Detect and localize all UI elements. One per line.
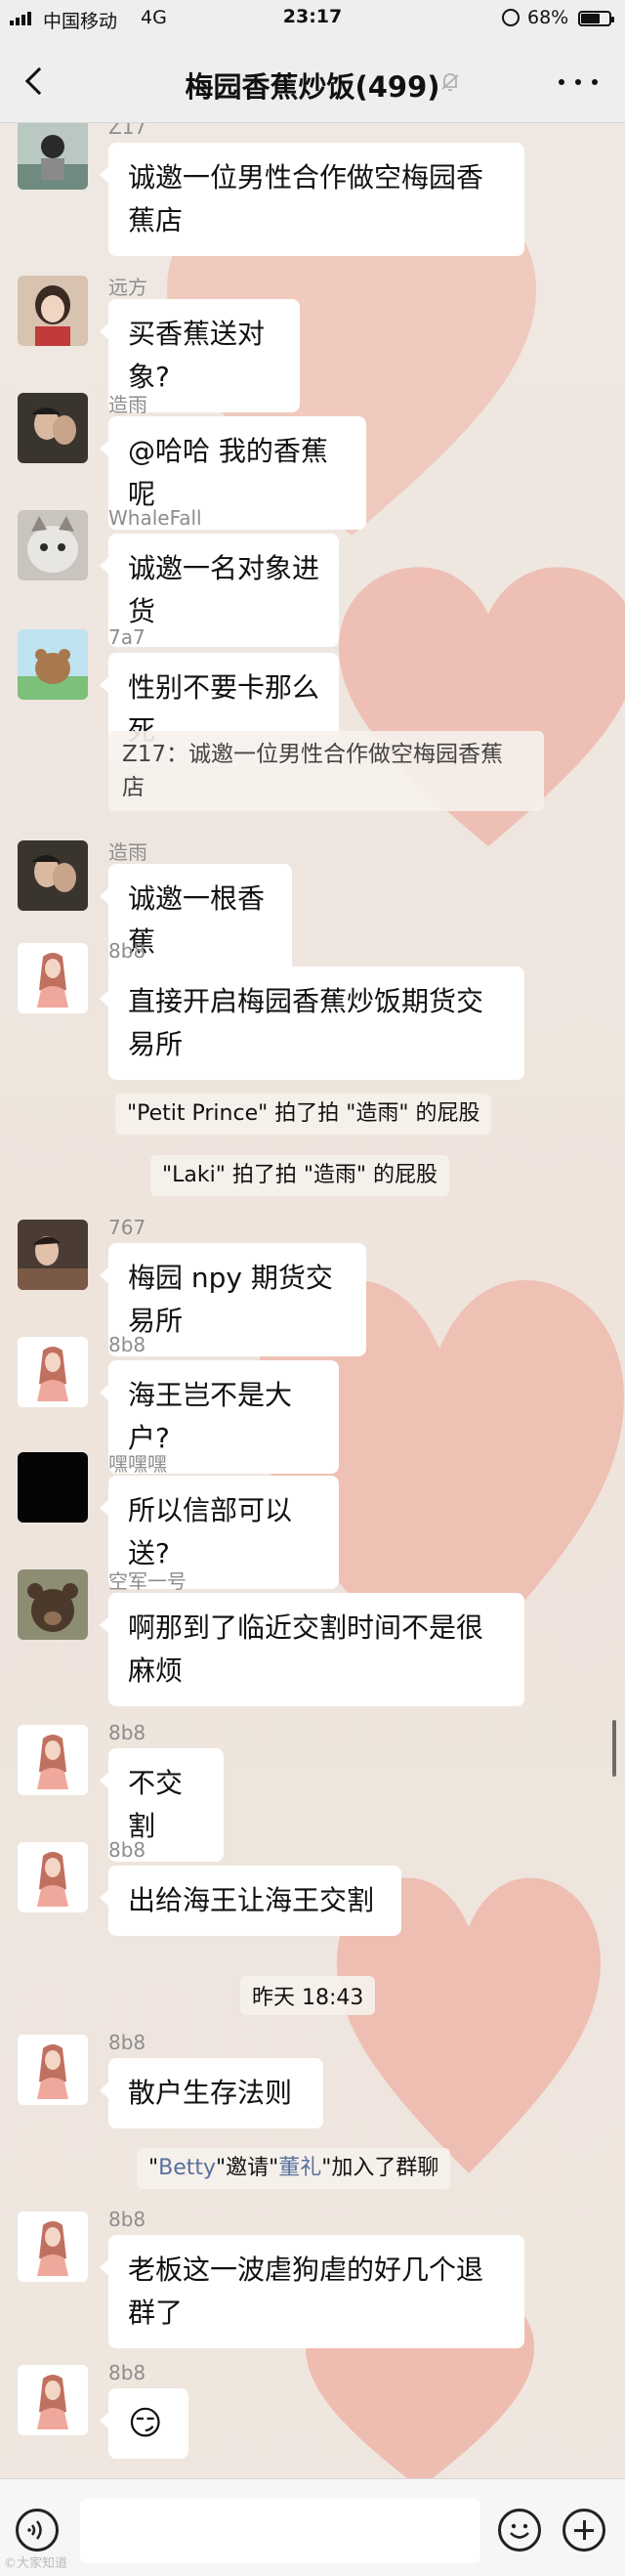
sender-name: 767 <box>108 1216 146 1239</box>
notice-text: " <box>148 2156 159 2180</box>
message-text-line: 买香蕉送对象? <box>128 318 266 393</box>
avatar-8b8-icon[interactable] <box>18 1725 88 1795</box>
sender-name: 8b8 <box>108 2361 146 2384</box>
dot-icon <box>592 79 598 85</box>
message-bubble[interactable]: 出给海王让海王交割 <box>100 1866 401 1936</box>
voice-wave-icon <box>27 2520 42 2540</box>
avatar-z17-icon[interactable] <box>18 119 88 190</box>
avatar-8b8-icon[interactable] <box>18 2365 88 2435</box>
sender-name: 8b8 <box>108 1333 146 1356</box>
dot-icon <box>575 79 581 85</box>
message-text-line: 诚邀一名对象进货 <box>128 552 320 627</box>
message-text-line: 诚邀一位男性合作做空梅园香 <box>128 161 484 193</box>
sender-name: 空军一号 <box>108 1569 187 1593</box>
quote-text-line: Z17：诚邀一位男性合作做空梅园香蕉 <box>122 742 504 767</box>
sender-name: 造雨 <box>108 393 147 416</box>
avatar-767-icon[interactable] <box>18 1220 88 1290</box>
message-text-line: 出给海王让海王交割 <box>128 1884 375 1916</box>
message-bubble[interactable]: 梅园 npy 期货交易所 <box>100 1243 366 1356</box>
timestamp-separator: 昨天 18:43 <box>240 1976 376 2015</box>
message-text-line: 群了 <box>128 2297 184 2329</box>
sender-name: 7a7 <box>108 625 146 649</box>
message-text-line: 所以信部可以送? <box>128 1494 293 1569</box>
message-text-line: 蕉店 <box>128 204 184 236</box>
mute-bell-icon <box>441 73 459 91</box>
sender-name: 8b8 <box>108 2031 146 2054</box>
sender-name: 8b8 <box>108 1721 146 1744</box>
message-text-line: 散户生存法则 <box>128 2077 293 2109</box>
avatar-zaoyu-icon[interactable] <box>18 840 88 911</box>
avatar-yuanfang-icon[interactable] <box>18 276 88 346</box>
quoted-message[interactable]: Z17：诚邀一位男性合作做空梅园香蕉店 <box>108 731 544 811</box>
plus-button[interactable] <box>562 2509 605 2552</box>
system-notice: "Petit Prince" 拍了拍 "造雨" 的屁股 <box>115 1094 492 1135</box>
voice-input-button[interactable] <box>16 2509 59 2552</box>
sender-name: WhaleFall <box>108 506 202 530</box>
sender-name: 8b8 <box>108 1838 146 1862</box>
avatar-bear-icon[interactable] <box>18 1569 88 1640</box>
message-bubble[interactable]: 诚邀一位男性合作做空梅园香 蕉店 <box>100 143 524 256</box>
message-text-line: 不交割 <box>128 1767 184 1842</box>
message-bubble[interactable]: 啊那到了临近交割时间不是很 麻烦 <box>100 1593 524 1706</box>
invite-notice: "Betty"邀请"董礼"加入了群聊 <box>137 2148 451 2189</box>
heart-decoration <box>322 547 625 880</box>
dot-icon <box>559 79 564 85</box>
avatar-8b8-icon[interactable] <box>18 2035 88 2105</box>
message-text-line: 直接开启梅园香蕉炒饭期货交 <box>128 985 484 1017</box>
system-notice: "Laki" 拍了拍 "造雨" 的屁股 <box>150 1155 450 1196</box>
inviter-name-link[interactable]: Betty <box>158 2156 216 2180</box>
message-bubble[interactable]: 直接开启梅园香蕉炒饭期货交 易所 <box>100 966 524 1080</box>
message-text-line: 麻烦 <box>128 1654 184 1687</box>
notice-text: "加入了群聊 <box>321 2156 439 2180</box>
rotation-lock-icon <box>502 9 520 26</box>
message-bubble[interactable]: 😏 <box>100 2388 188 2459</box>
message-bubble[interactable]: 老板这一波虐狗虐的好几个退 群了 <box>100 2235 524 2348</box>
avatar-8b8-icon[interactable] <box>18 943 88 1013</box>
message-text-line: 啊那到了临近交割时间不是很 <box>128 1611 484 1644</box>
message-text-line: 诚邀一根香蕉 <box>128 882 266 958</box>
avatar-7a7-icon[interactable] <box>18 629 88 700</box>
group-title: 梅园香蕉炒饭(499) <box>185 70 440 104</box>
emoji-button[interactable] <box>498 2509 541 2552</box>
avatar-8b8-icon[interactable] <box>18 2211 88 2282</box>
smiley-icon <box>510 2523 529 2539</box>
watermark: ©大家知道 <box>4 2556 68 2571</box>
avatar-zaoyu-icon[interactable] <box>18 393 88 463</box>
more-options-button[interactable] <box>559 66 598 98</box>
sender-name: 8b8 <box>108 2208 146 2231</box>
message-text-line: 易所 <box>128 1028 184 1060</box>
battery-percent: 68% <box>527 7 569 28</box>
status-bar: 中国移动 4G 23:17 68% <box>0 0 625 39</box>
message-text-line: @哈哈 我的香蕉呢 <box>128 435 328 510</box>
quote-text-line: 店 <box>122 775 145 800</box>
input-bar <box>0 2478 625 2576</box>
smirk-emoji-icon: 😏 <box>128 2404 163 2443</box>
sender-name: 远方 <box>108 276 147 299</box>
scrollbar[interactable] <box>612 1720 616 1777</box>
avatar-cat-icon[interactable] <box>18 510 88 580</box>
message-bubble[interactable]: 散户生存法则 <box>100 2058 323 2128</box>
sender-name: 嘿嘿嘿 <box>108 1452 167 1476</box>
message-input[interactable] <box>80 2499 480 2563</box>
avatar-8b8-icon[interactable] <box>18 1842 88 1912</box>
invitee-name-link[interactable]: 董礼 <box>278 2156 321 2180</box>
avatar-8b8-icon[interactable] <box>18 1337 88 1407</box>
sender-name: 造雨 <box>108 840 147 864</box>
message-text-line: 海王岂不是大户? <box>128 1379 293 1454</box>
sender-name: 8b8 <box>108 939 146 963</box>
message-text-line: 老板这一波虐狗虐的好几个退 <box>128 2254 484 2286</box>
avatar-black-icon[interactable] <box>18 1452 88 1523</box>
message-text-line: 梅园 npy 期货交易所 <box>128 1262 333 1337</box>
chat-header: 梅园香蕉炒饭(499) <box>0 39 625 123</box>
notice-text: "邀请" <box>216 2156 279 2180</box>
battery-icon <box>578 11 614 26</box>
